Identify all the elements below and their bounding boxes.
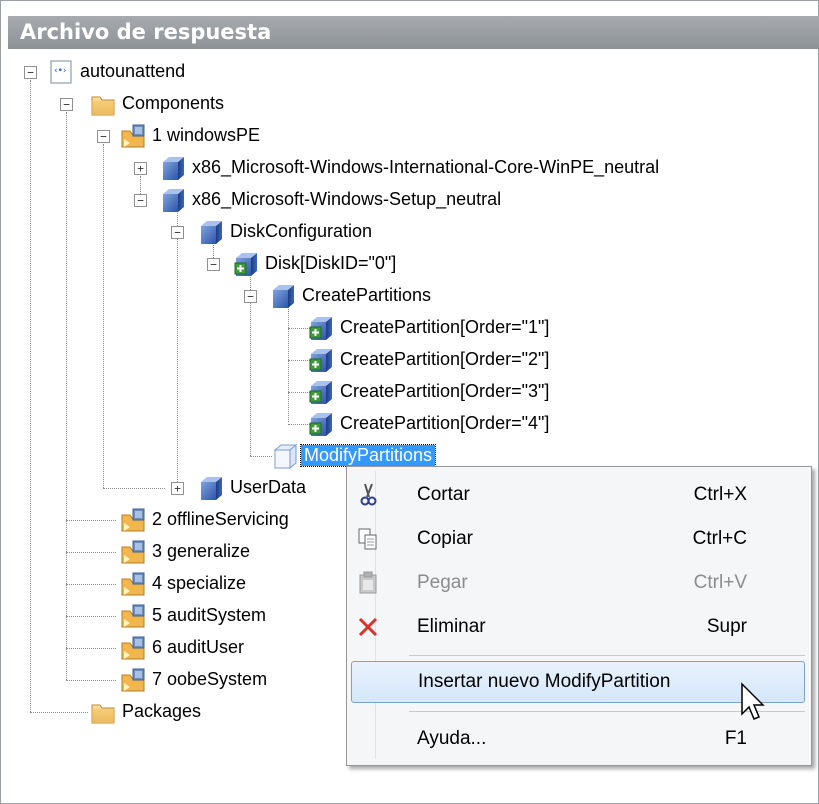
config-pass-icon <box>120 507 146 533</box>
collapse-toggle[interactable]: − <box>60 98 73 111</box>
expand-toggle[interactable]: + <box>134 162 147 175</box>
component-cube-icon <box>160 187 186 213</box>
collapse-toggle[interactable]: − <box>244 290 257 303</box>
empty-cube-icon <box>272 443 298 469</box>
config-pass-icon <box>120 123 146 149</box>
delete-x-icon <box>358 617 378 637</box>
menu-item-insert-modifypartition[interactable]: Insertar nuevo ModifyPartition <box>351 661 805 703</box>
xml-file-icon <box>48 59 74 85</box>
component-cube-icon <box>270 283 296 309</box>
list-item-cube-icon <box>233 251 259 277</box>
expand-toggle[interactable]: + <box>171 482 184 495</box>
folder-icon <box>90 699 116 725</box>
menu-item-paste[interactable]: Pegar Ctrl+V <box>347 563 811 603</box>
collapse-toggle[interactable]: − <box>207 258 220 271</box>
config-pass-icon <box>120 539 146 565</box>
menu-separator <box>409 655 805 656</box>
list-item-cube-icon <box>308 411 334 437</box>
folder-icon <box>90 91 116 117</box>
config-pass-icon <box>120 635 146 661</box>
component-cube-icon <box>160 155 186 181</box>
menu-item-copy[interactable]: Copiar Ctrl+C <box>347 519 811 559</box>
config-pass-icon <box>120 667 146 693</box>
config-pass-icon <box>120 603 146 629</box>
collapse-toggle[interactable]: − <box>171 226 184 239</box>
collapse-toggle[interactable]: − <box>97 130 110 143</box>
menu-item-delete[interactable]: Eliminar Supr <box>347 607 811 647</box>
component-cube-icon <box>198 475 224 501</box>
collapse-toggle[interactable]: − <box>24 66 37 79</box>
component-cube-icon <box>198 219 224 245</box>
menu-item-cut[interactable]: Cortar Ctrl+X <box>347 475 811 515</box>
collapse-toggle[interactable]: − <box>134 194 147 207</box>
paste-icon <box>359 571 377 594</box>
list-item-cube-icon <box>308 379 334 405</box>
list-item-cube-icon <box>308 315 334 341</box>
scissors-icon <box>360 483 377 506</box>
copy-icon <box>358 528 377 550</box>
list-item-cube-icon <box>308 347 334 373</box>
mouse-cursor-icon <box>741 682 765 720</box>
config-pass-icon <box>120 571 146 597</box>
